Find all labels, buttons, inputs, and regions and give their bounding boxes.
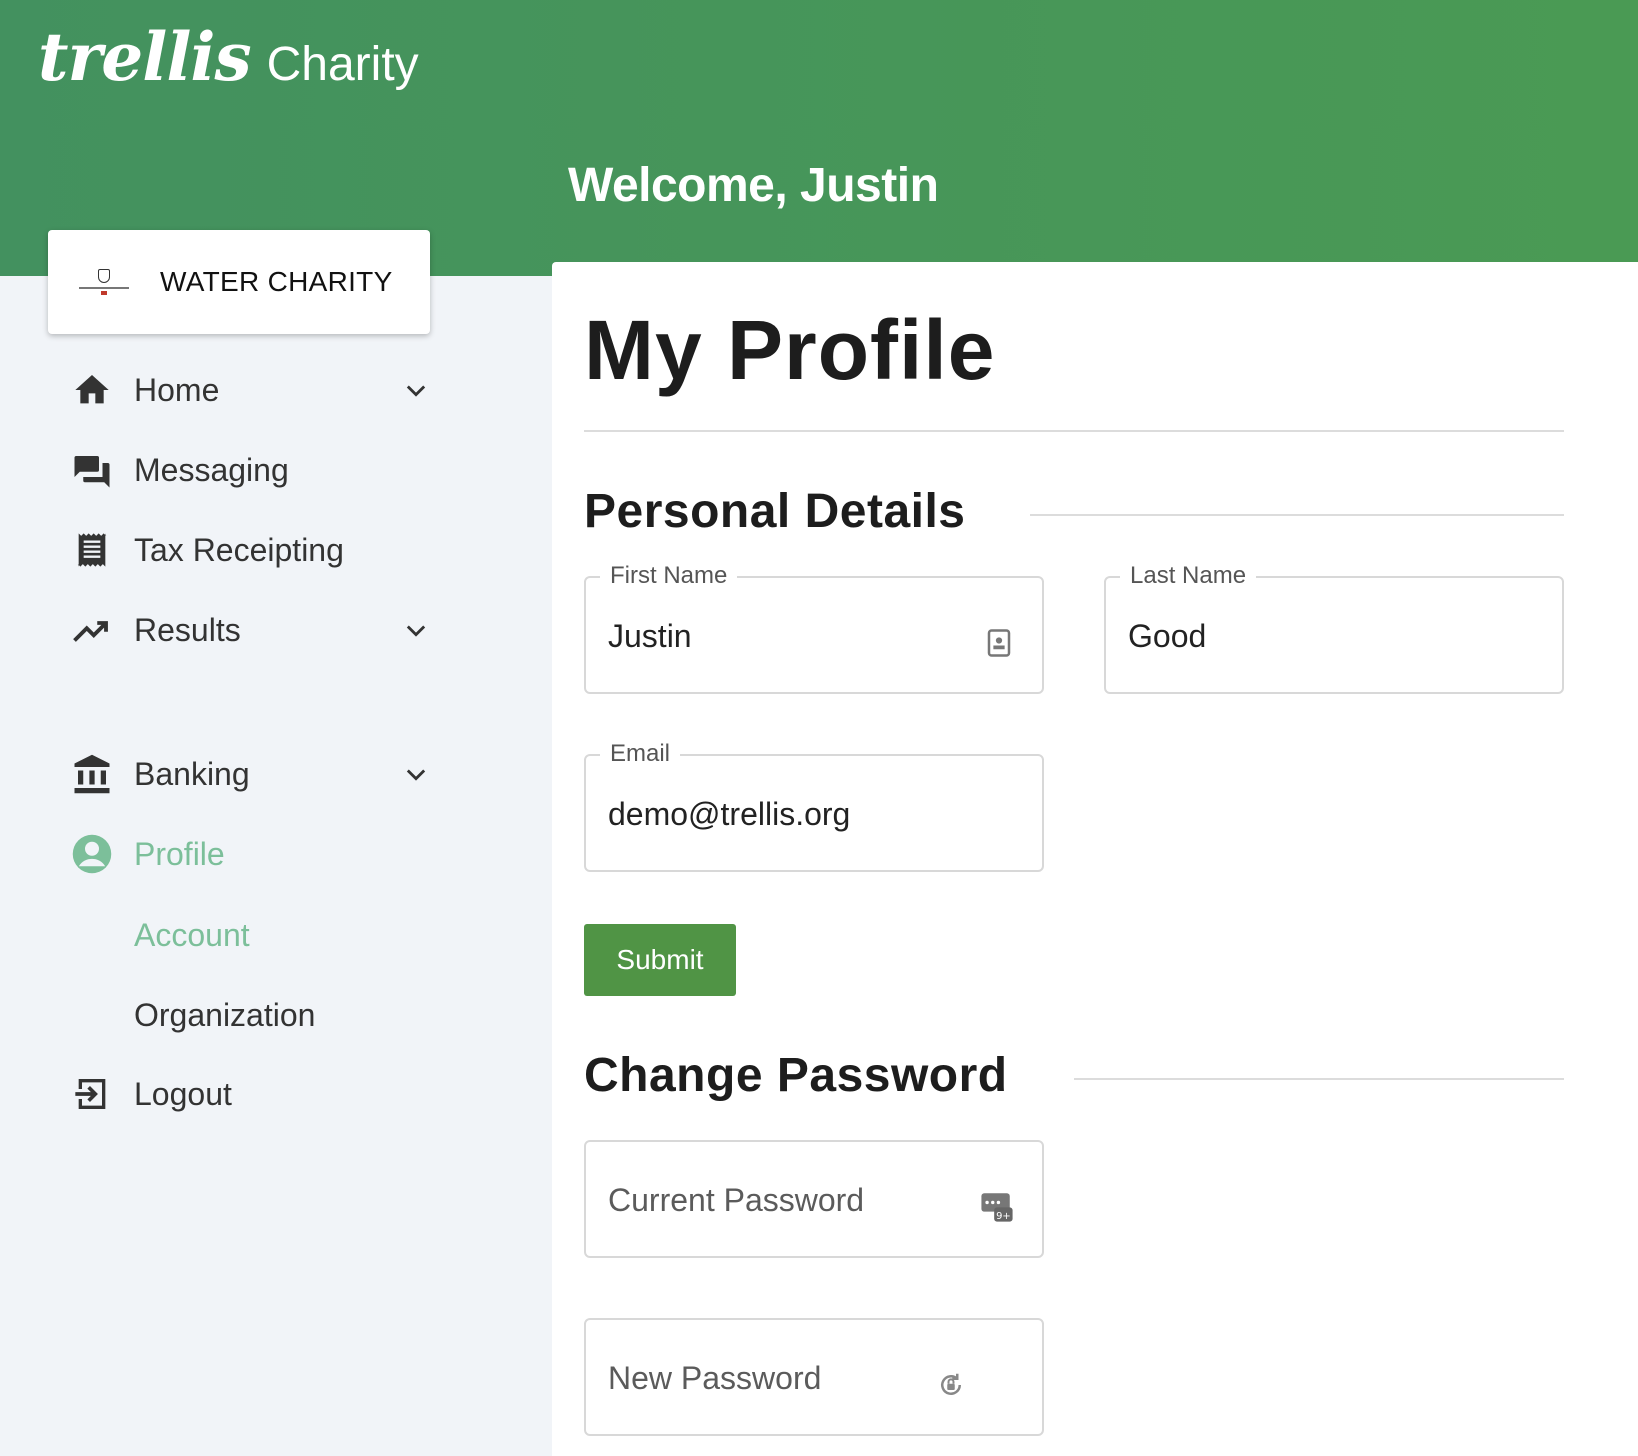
contact-card-icon[interactable] [986,628,1012,658]
first-name-input[interactable] [608,618,968,655]
sidebar-subitem-organization[interactable]: Organization [134,990,315,1040]
email-field[interactable]: Email [584,740,1044,872]
page-title: My Profile [584,303,996,397]
main-panel: My Profile Personal Details First Name L… [552,262,1638,1456]
home-icon [70,368,114,412]
last-name-field[interactable]: Last Name [1104,562,1564,694]
first-name-field[interactable]: First Name [584,562,1044,694]
welcome-message: Welcome, Justin [568,159,939,212]
sidebar-item-label: Results [134,611,241,648]
last-name-label: Last Name [1120,562,1257,590]
password-manager-icon[interactable]: 9+ [980,1188,1014,1224]
chevron-down-icon[interactable] [402,616,430,644]
sidebar-item-label: Messaging [134,451,289,488]
sidebar-subitem-account[interactable]: Account [134,910,250,960]
new-password-input[interactable] [608,1360,968,1397]
sidebar-item-home[interactable]: Home [70,362,430,418]
sidebar-item-results[interactable]: Results [70,602,430,658]
brand-logo-text: trellis [38,18,252,96]
email-label: Email [600,740,681,768]
brand-logo[interactable]: trellis Charity [38,18,419,96]
chevron-down-icon[interactable] [402,760,430,788]
sidebar-item-messaging[interactable]: Messaging [70,442,430,498]
current-password-input[interactable] [608,1182,968,1219]
bank-icon [70,752,114,796]
receipt-icon [70,528,114,572]
sidebar-item-profile[interactable]: Profile [70,826,430,882]
sidebar-item-label: Profile [134,835,225,872]
email-input[interactable] [608,796,968,833]
section-heading-change-password: Change Password [584,1049,1008,1102]
account-circle-icon [70,832,114,876]
sidebar-item-label: Home [134,371,220,408]
chat-icon [70,448,114,492]
sidebar-item-label: Tax Receipting [134,531,344,568]
current-password-field[interactable]: 9+ [584,1140,1044,1258]
new-password-field[interactable] [584,1318,1044,1436]
sidebar-item-logout[interactable]: Logout [70,1066,430,1122]
sidebar-item-label: Banking [134,755,250,792]
logout-icon [70,1072,114,1116]
trending-up-icon [70,608,114,652]
title-divider [584,430,1564,432]
sidebar-item-tax-receipting[interactable]: Tax Receipting [70,522,430,578]
sidebar-item-banking[interactable]: Banking [70,746,430,802]
svg-text:9+: 9+ [996,1211,1011,1222]
last-name-input[interactable] [1128,618,1488,655]
submit-button[interactable]: Submit [584,924,736,996]
first-name-label: First Name [600,562,738,590]
organization-name: WATER CHARITY [160,266,393,297]
sidebar-item-label: Logout [134,1075,232,1112]
chevron-down-icon[interactable] [402,376,430,404]
organization-logo [76,265,132,299]
key-generate-icon[interactable] [936,1368,966,1402]
section-divider [1074,1078,1564,1080]
section-heading-personal-details: Personal Details [584,485,966,538]
brand-subtitle: Charity [266,38,419,91]
section-divider [1030,514,1564,516]
organization-switcher[interactable]: WATER CHARITY [48,230,430,334]
